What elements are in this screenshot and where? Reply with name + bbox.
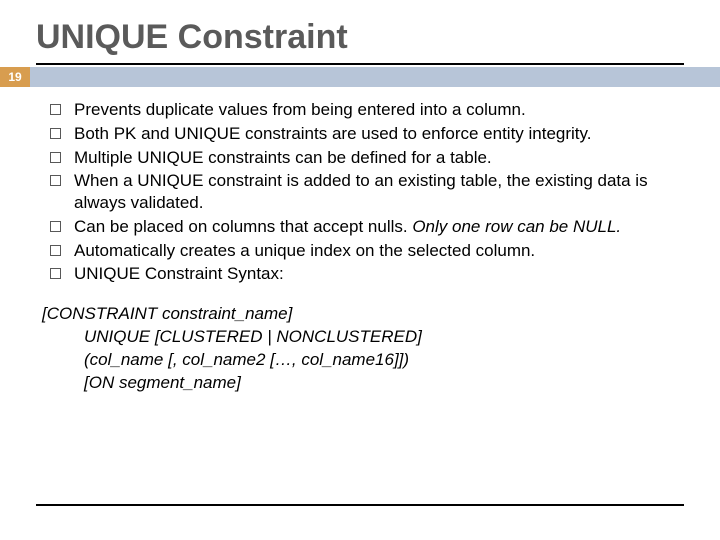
- list-item-text: Can be placed on columns that accept nul…: [74, 217, 412, 236]
- slide-title: UNIQUE Constraint: [36, 12, 684, 65]
- syntax-line: UNIQUE [CLUSTERED | NONCLUSTERED]: [42, 326, 684, 349]
- content-area: Prevents duplicate values from being ent…: [36, 87, 684, 395]
- syntax-block: [CONSTRAINT constraint_name] UNIQUE [CLU…: [42, 303, 684, 395]
- list-item: When a UNIQUE constraint is added to an …: [44, 170, 684, 214]
- syntax-line: (col_name [, col_name2 […, col_name16]]): [42, 349, 684, 372]
- syntax-line: [ON segment_name]: [42, 372, 684, 395]
- list-item: Prevents duplicate values from being ent…: [44, 99, 684, 121]
- header-band: 19: [0, 67, 720, 87]
- list-item: Can be placed on columns that accept nul…: [44, 216, 684, 238]
- list-item: UNIQUE Constraint Syntax:: [44, 263, 684, 285]
- list-item: Automatically creates a unique index on …: [44, 240, 684, 262]
- bullet-list: Prevents duplicate values from being ent…: [44, 99, 684, 285]
- page-number-badge: 19: [0, 67, 30, 87]
- bottom-rule: [36, 504, 684, 506]
- list-item: Multiple UNIQUE constraints can be defin…: [44, 147, 684, 169]
- syntax-line: [CONSTRAINT constraint_name]: [42, 303, 684, 326]
- list-item: Both PK and UNIQUE constraints are used …: [44, 123, 684, 145]
- list-item-emphasis: Only one row can be NULL.: [412, 217, 621, 236]
- slide: UNIQUE Constraint 19 Prevents duplicate …: [0, 0, 720, 540]
